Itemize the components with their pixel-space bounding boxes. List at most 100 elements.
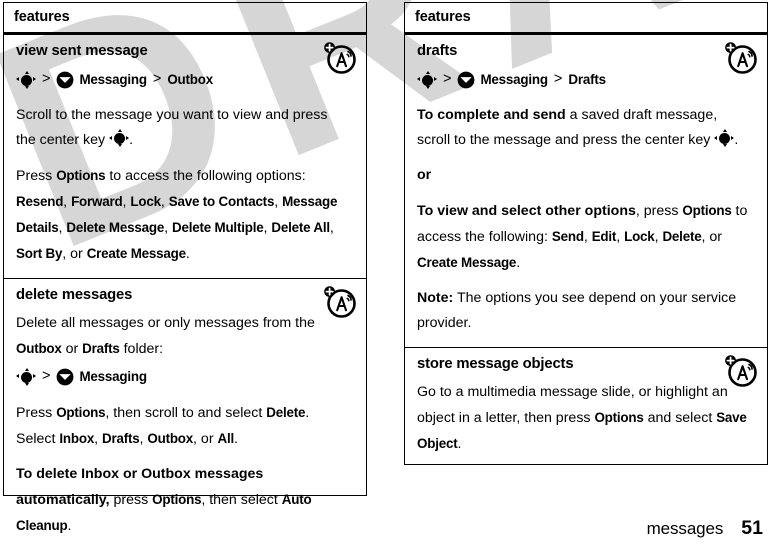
menu-path-drafts: > Messaging > Drafts bbox=[417, 67, 755, 92]
section-body: To complete and send a saved draft messa… bbox=[417, 103, 755, 336]
menu-path-view-sent-message: > Messaging > Outbox bbox=[16, 67, 354, 92]
manual-page: features view sent message > Messaging >… bbox=[0, 0, 771, 548]
ui-label: Edit bbox=[591, 229, 617, 244]
section-title: delete messages bbox=[16, 287, 133, 303]
path-menu-label: Messaging bbox=[79, 72, 147, 87]
paragraph: Note: The options you see depend on your… bbox=[417, 286, 755, 336]
body-text: , bbox=[94, 431, 102, 447]
ui-label: Create Message bbox=[417, 255, 517, 270]
ui-label: Delete Multiple bbox=[171, 220, 264, 235]
ui-label: Options bbox=[682, 203, 732, 218]
network-service-icon bbox=[323, 41, 357, 75]
ui-label: Options bbox=[56, 405, 106, 420]
body-text: Press bbox=[16, 405, 57, 421]
body-text: , bbox=[274, 194, 283, 210]
network-service-icon bbox=[724, 354, 758, 388]
section-title: store message objects bbox=[417, 356, 574, 372]
envelope-icon bbox=[457, 71, 475, 89]
page-footer: messages 51 bbox=[647, 517, 763, 540]
body-text: . bbox=[234, 431, 238, 447]
ui-label: Lock bbox=[130, 194, 161, 209]
ui-label: Delete bbox=[266, 405, 306, 420]
ui-label: Drafts bbox=[101, 431, 140, 446]
ui-label: Delete Message bbox=[66, 220, 165, 235]
section-prebody: Delete all messages or only messages fro… bbox=[16, 311, 354, 362]
section-drafts: drafts > Messaging > Drafts To complete … bbox=[405, 35, 767, 348]
path-separator-2: > bbox=[553, 71, 563, 87]
ui-label: Forward bbox=[71, 194, 123, 209]
body-text: , or bbox=[193, 431, 218, 447]
body-text: . bbox=[67, 518, 72, 534]
path-menu-label: Messaging bbox=[480, 72, 548, 87]
ui-label: Options bbox=[56, 168, 106, 183]
path-separator-1: > bbox=[42, 368, 51, 384]
ui-label: Send bbox=[551, 229, 584, 244]
body-text: press bbox=[109, 492, 153, 508]
paragraph: Delete all messages or only messages fro… bbox=[16, 311, 354, 362]
ui-label: Inbox bbox=[59, 431, 95, 446]
body-text: . bbox=[734, 132, 739, 148]
envelope-icon bbox=[56, 71, 74, 89]
path-submenu-label: Outbox bbox=[167, 72, 214, 87]
body-text: , bbox=[329, 220, 334, 236]
path-separator-2: > bbox=[152, 71, 162, 87]
footer-page-number: 51 bbox=[741, 517, 763, 539]
body-text: , bbox=[160, 194, 169, 210]
body-text: , bbox=[583, 229, 592, 245]
body-text: and select bbox=[643, 410, 717, 426]
body-text: , press bbox=[635, 203, 683, 219]
network-service-icon bbox=[724, 41, 758, 75]
emphasis-text: or bbox=[417, 167, 432, 183]
body-text: Press bbox=[16, 168, 57, 184]
table-header-right: features bbox=[405, 3, 767, 35]
body-text: . bbox=[457, 436, 462, 452]
body-text: , then select bbox=[201, 492, 282, 508]
section-view-sent-message: view sent message > Messaging > Outbox S… bbox=[4, 35, 366, 279]
menu-path-delete-messages: > Messaging bbox=[16, 364, 354, 389]
ui-label: Save to Contacts bbox=[168, 194, 275, 209]
emphasis-text: Note: bbox=[417, 290, 454, 306]
ui-label: Create Message bbox=[86, 246, 186, 261]
ui-label: Options bbox=[152, 492, 202, 507]
section-title: view sent message bbox=[16, 43, 148, 59]
nav-key-icon bbox=[16, 367, 36, 386]
body-text: , bbox=[164, 220, 172, 236]
path-separator-1: > bbox=[42, 71, 51, 87]
section-body: Scroll to the message you want to view a… bbox=[16, 103, 354, 267]
paragraph: or bbox=[417, 163, 755, 188]
body-text: or bbox=[61, 341, 83, 357]
nav-key-icon bbox=[16, 70, 36, 89]
paragraph: To complete and send a saved draft messa… bbox=[417, 103, 755, 153]
ui-label: Options bbox=[594, 410, 644, 425]
paragraph: To delete Inbox or Outbox messages autom… bbox=[16, 462, 354, 539]
body-text: , bbox=[63, 194, 72, 210]
body-text: . bbox=[129, 132, 134, 148]
body-text: . bbox=[516, 255, 521, 271]
paragraph: To view and select other options, press … bbox=[417, 198, 755, 276]
nav-key-icon bbox=[417, 70, 437, 89]
paragraph: Scroll to the message you want to view a… bbox=[16, 103, 354, 153]
nav-key-icon bbox=[109, 129, 130, 147]
network-service-icon bbox=[323, 285, 357, 319]
paragraph: Go to a multimedia message slide, or hig… bbox=[417, 380, 755, 457]
body-text: , or bbox=[62, 246, 87, 262]
paragraph: Press Options, then scroll to and select… bbox=[16, 400, 354, 452]
envelope-icon bbox=[56, 368, 74, 386]
section-title: drafts bbox=[417, 43, 458, 59]
section-body: Press Options, then scroll to and select… bbox=[16, 400, 354, 539]
features-table-left: features view sent message > Messaging >… bbox=[3, 2, 367, 534]
body-text: to access the following options: bbox=[105, 168, 306, 184]
table-header-left: features bbox=[4, 3, 366, 35]
body-text: Scroll to the message you want to view a… bbox=[16, 107, 328, 148]
ui-label: All bbox=[217, 431, 235, 446]
emphasis-text: To complete and send bbox=[417, 107, 566, 123]
section-body: Go to a multimedia message slide, or hig… bbox=[417, 380, 755, 457]
ui-label: Delete bbox=[662, 229, 702, 244]
nav-key-icon bbox=[714, 129, 735, 147]
paragraph: Press Options to access the following op… bbox=[16, 163, 354, 267]
section-store-message-objects: store message objects Go to a multimedia… bbox=[405, 348, 767, 468]
section-delete-messages: delete messages Delete all messages or o… bbox=[4, 279, 366, 550]
ui-label: Resend bbox=[16, 194, 64, 209]
path-menu-label: Messaging bbox=[79, 369, 147, 384]
ui-label: Delete All bbox=[271, 220, 330, 235]
